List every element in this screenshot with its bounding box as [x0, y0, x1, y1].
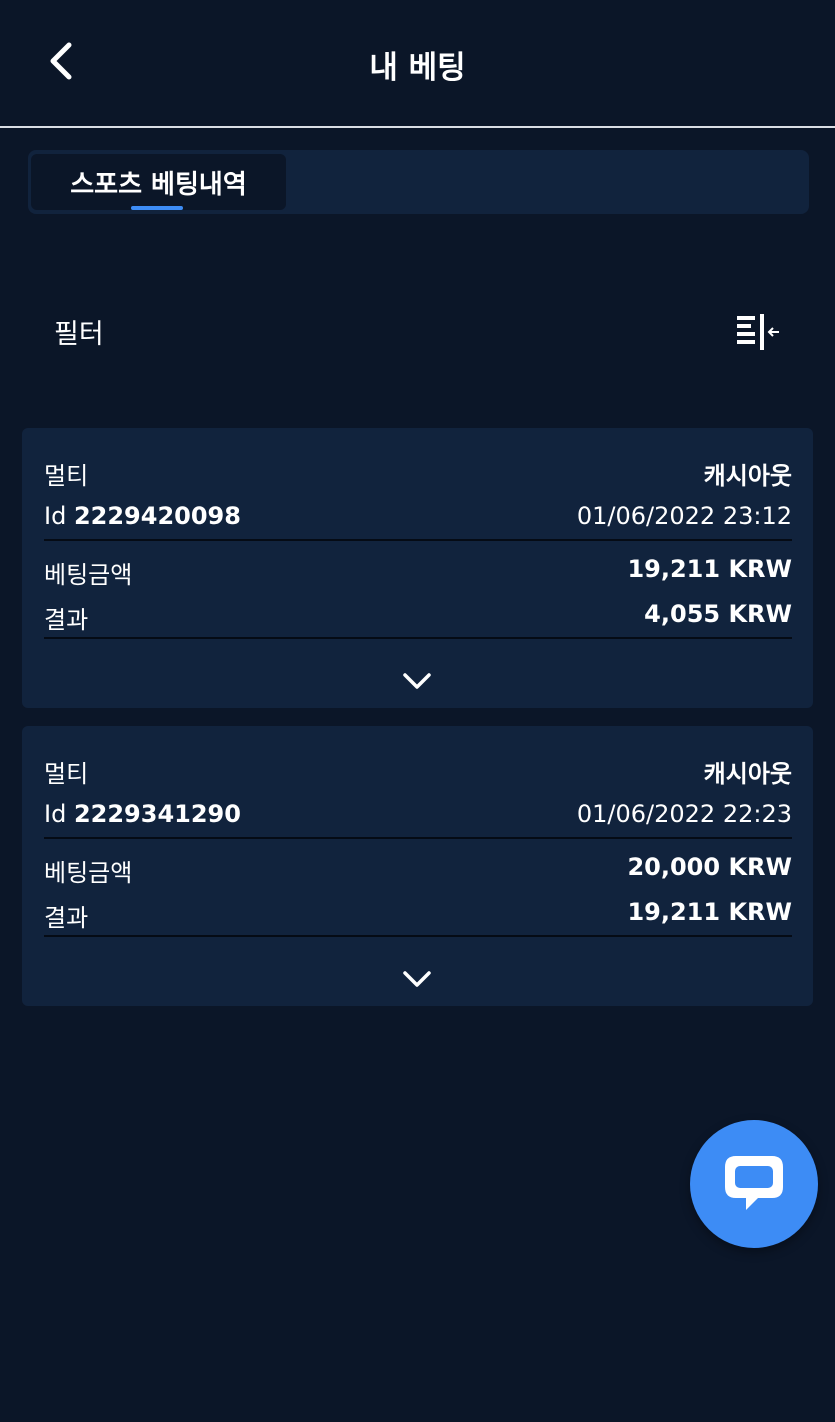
stake-label: 베팅금액	[44, 859, 133, 887]
stake-value: 20,000 KRW	[627, 853, 792, 881]
bet-id-label: Id	[44, 502, 67, 530]
app-header: 내 베팅	[0, 0, 835, 128]
result-label: 결과	[44, 904, 89, 932]
divider	[44, 935, 792, 937]
bet-status: 캐시아웃	[703, 760, 792, 788]
filter-collapse-icon	[737, 314, 779, 350]
bet-id-value: 2229341290	[73, 800, 241, 828]
tabs-bar: 스포츠 베팅내역	[28, 150, 809, 214]
result-value: 4,055 KRW	[644, 600, 792, 628]
chevron-down-icon	[403, 971, 431, 987]
stake-label: 베팅금액	[44, 561, 133, 589]
expand-button[interactable]	[394, 962, 440, 996]
stake-value: 19,211 KRW	[627, 555, 792, 583]
bet-status: 캐시아웃	[703, 462, 792, 490]
divider	[44, 539, 792, 541]
bet-type: 멀티	[44, 462, 89, 490]
bet-type: 멀티	[44, 760, 89, 788]
divider	[44, 637, 792, 639]
chat-bubble-icon	[725, 1156, 783, 1210]
bet-card: 멀티 캐시아웃 Id 2229420098 01/06/2022 23:12 베…	[22, 428, 813, 708]
divider	[44, 837, 792, 839]
result-label: 결과	[44, 606, 89, 634]
bet-id: Id 2229420098	[44, 502, 241, 530]
chat-button[interactable]	[690, 1120, 818, 1248]
tab-label: 스포츠 베팅내역	[70, 170, 247, 200]
tab-sports-bets[interactable]: 스포츠 베팅내역	[31, 154, 286, 210]
filter-button[interactable]	[728, 306, 788, 358]
filter-label: 필터	[54, 319, 104, 350]
tab-active-indicator	[131, 206, 183, 210]
bet-datetime: 01/06/2022 22:23	[576, 800, 792, 828]
expand-button[interactable]	[394, 664, 440, 698]
page-title: 내 베팅	[369, 50, 466, 86]
bet-id: Id 2229341290	[44, 800, 241, 828]
bet-id-value: 2229420098	[73, 502, 241, 530]
bet-card: 멀티 캐시아웃 Id 2229341290 01/06/2022 22:23 베…	[22, 726, 813, 1006]
bet-id-label: Id	[44, 800, 67, 828]
chevron-down-icon	[403, 673, 431, 689]
result-value: 19,211 KRW	[627, 898, 792, 926]
bet-datetime: 01/06/2022 23:12	[576, 502, 792, 530]
